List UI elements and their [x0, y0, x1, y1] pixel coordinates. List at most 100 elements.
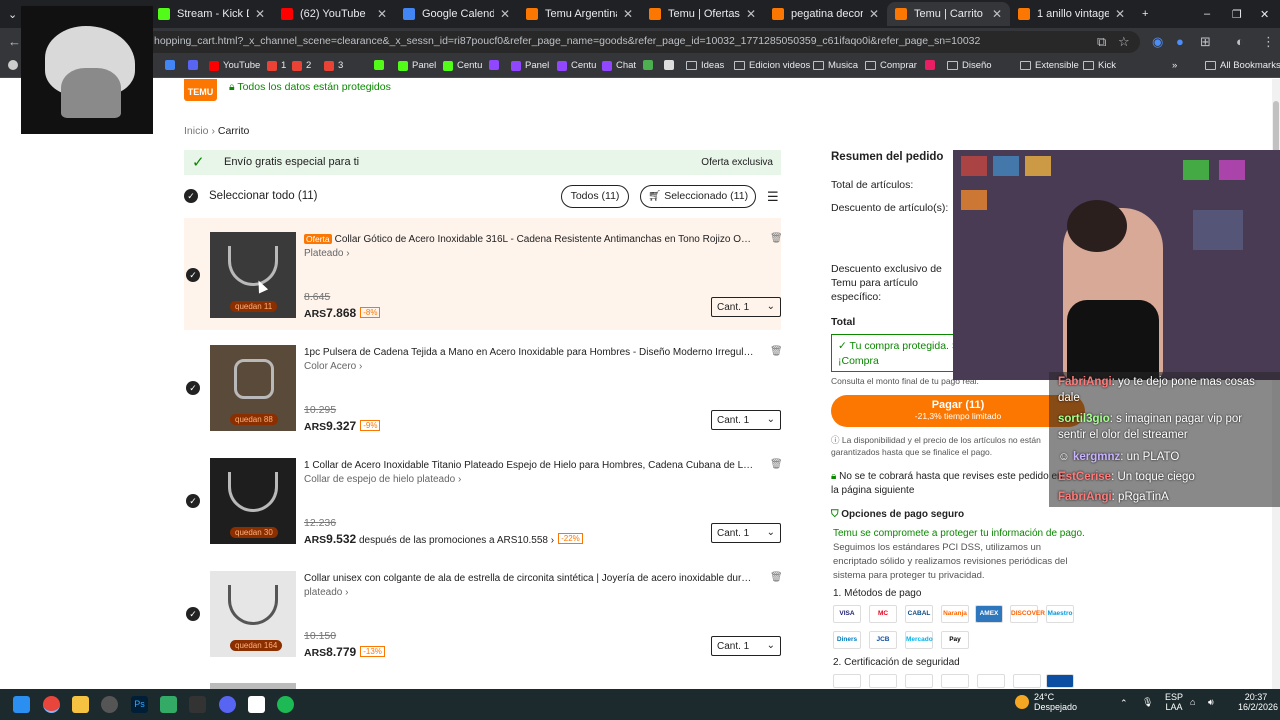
tab-temu-ofertas[interactable]: Temu | Ofertas de liq✕	[641, 2, 764, 26]
product-name[interactable]: 1 Collar de Acero Inoxidable Titanio Pla…	[304, 460, 754, 471]
trash-icon[interactable]: 🗑︎	[770, 572, 783, 583]
bookmark-panel-2[interactable]: Panel	[511, 60, 549, 71]
microphone-icon[interactable]: 🎙︎	[1142, 697, 1153, 708]
tab-pegatina[interactable]: pegatina decorativa✕	[764, 2, 887, 26]
tab-temu-carrito[interactable]: Temu | Carrito de co✕	[887, 2, 1010, 26]
pay-button[interactable]: Pagar (11) -21,3% tiempo limitado	[831, 395, 1085, 427]
product-name[interactable]: 1pc Pulsera de Cadena Tejida a Mano en A…	[304, 347, 754, 358]
bookmark-folder-comprar[interactable]: Comprar	[865, 60, 917, 71]
bookmark-folder-edicion[interactable]: Edicion videos	[734, 60, 810, 71]
bookmark-folder-kick[interactable]: Kick	[1083, 60, 1116, 71]
spotify-icon[interactable]	[277, 696, 294, 713]
bookmark-youtube[interactable]: YouTube	[209, 60, 260, 71]
item-checkbox[interactable]: ✓	[186, 381, 200, 395]
bookmark-folder-ideas[interactable]: Ideas	[686, 60, 724, 71]
product-image[interactable]: quedan 88	[210, 345, 296, 431]
bookmark-twitch[interactable]	[489, 60, 503, 70]
select-all-label[interactable]: Seleccionar todo (11)	[209, 190, 317, 202]
bookmark-icon[interactable]	[188, 60, 202, 70]
bookmark-icon[interactable]	[925, 60, 939, 70]
product-variant[interactable]: Collar de espejo de hielo plateado ›	[304, 474, 461, 485]
breadcrumb-home[interactable]: Inicio	[184, 125, 209, 137]
tab-anillo[interactable]: 1 anillo vintage topa✕	[1010, 2, 1133, 26]
filter-all-button[interactable]: Todos (11)	[561, 185, 629, 208]
apps-icon[interactable]	[8, 60, 22, 70]
temu-logo[interactable]: TEMU	[184, 79, 217, 101]
bookmark-centu[interactable]: Centu	[443, 60, 482, 71]
language-indicator[interactable]: ESP LAA	[1165, 692, 1183, 712]
discord-icon[interactable]	[219, 696, 236, 713]
all-bookmarks[interactable]: All Bookmarks	[1205, 60, 1280, 71]
capcut-icon[interactable]	[189, 696, 206, 713]
star-icon[interactable]: ☆	[1118, 34, 1130, 50]
chrome-icon[interactable]	[43, 696, 60, 713]
item-checkbox[interactable]: ✓	[186, 607, 200, 621]
bookmark-3[interactable]: 3	[324, 60, 343, 71]
network-icon[interactable]: ⌂	[1190, 697, 1195, 707]
trash-icon[interactable]: 🗑︎	[770, 346, 783, 357]
menu-icon[interactable]: ⋮	[1262, 34, 1275, 50]
extension-icon[interactable]: ●	[1176, 34, 1184, 49]
close-icon[interactable]: ✕	[255, 7, 265, 21]
photoshop-icon[interactable]: Ps	[131, 696, 148, 713]
product-variant[interactable]: Color Acero ›	[304, 361, 362, 372]
bookmark-icon[interactable]	[643, 60, 657, 70]
bookmark-chat[interactable]: Chat	[602, 60, 636, 71]
extension-icon[interactable]: ◉	[1152, 34, 1163, 50]
product-variant[interactable]: plateado ›	[304, 587, 348, 598]
weather-icon[interactable]	[1015, 695, 1029, 709]
bookmark-icon[interactable]	[664, 60, 678, 70]
promo-link[interactable]: después de las promociones a ARS10.558 ›	[356, 535, 554, 546]
trash-icon[interactable]: 🗑︎	[770, 459, 783, 470]
protect-info-link[interactable]: Temu se compromete a proteger tu informa…	[833, 528, 1085, 539]
close-icon[interactable]: ✕	[623, 7, 633, 21]
quantity-select[interactable]: Cant. 1 ⌄	[711, 523, 781, 543]
list-view-icon[interactable]: ☰	[767, 189, 779, 205]
file-explorer-icon[interactable]	[72, 696, 89, 713]
bookmark-folder-musica[interactable]: Musica	[813, 60, 858, 71]
close-window-button[interactable]: ✕	[1252, 2, 1274, 26]
chevron-up-icon[interactable]: ⌃	[1120, 698, 1128, 709]
volume-icon[interactable]: 🔊︎	[1208, 697, 1214, 708]
product-name[interactable]: Oferta Collar Gótico de Acero Inoxidable …	[304, 234, 754, 245]
minimize-button[interactable]: –	[1196, 2, 1218, 26]
close-icon[interactable]: ✕	[1115, 7, 1125, 21]
weather-widget[interactable]: 24°C Despejado	[1034, 692, 1077, 712]
close-icon[interactable]: ✕	[377, 7, 387, 21]
bookmark-2[interactable]: 2	[292, 60, 311, 71]
bookmark-centu-2[interactable]: Centu	[557, 60, 596, 71]
windows-start-icon[interactable]	[13, 696, 30, 713]
quantity-select[interactable]: Cant. 1 ⌄	[711, 297, 781, 317]
bookmark-icon[interactable]	[165, 60, 179, 70]
new-tab-button[interactable]: +	[1134, 2, 1154, 26]
tab-temu-argentina[interactable]: Temu Argentina | Exp✕	[518, 2, 641, 26]
product-name[interactable]: Collar unisex con colgante de ala de est…	[304, 573, 754, 584]
bookmarks-overflow[interactable]: »	[1172, 60, 1177, 71]
quantity-select[interactable]: Cant. 1 ⌄	[711, 636, 781, 656]
filter-selected-button[interactable]: 🛒︎ Seleccionado (11)	[640, 185, 756, 208]
product-image[interactable]: quedan 30	[210, 458, 296, 544]
product-image[interactable]: quedan 11	[210, 232, 296, 318]
back-icon[interactable]: ←	[8, 34, 21, 49]
notion-icon[interactable]	[248, 696, 265, 713]
profile-avatar[interactable]: ◐	[1236, 34, 1244, 49]
address-bar[interactable]: hopping_cart.html?_x_channel_scene=clear…	[140, 31, 1140, 53]
quantity-select[interactable]: Cant. 1 ⌄	[711, 410, 781, 430]
bookmark-folder-diseno[interactable]: Diseño	[947, 60, 992, 71]
trash-icon[interactable]: 🗑︎	[770, 233, 783, 244]
maximize-button[interactable]: ❐	[1224, 2, 1246, 26]
product-variant[interactable]: Plateado ›	[304, 248, 350, 259]
close-icon[interactable]: ✕	[746, 7, 756, 21]
bookmark-kick[interactable]	[374, 60, 388, 70]
tab-youtube[interactable]: (62) YouTube ✕	[273, 2, 395, 26]
item-checkbox[interactable]: ✓	[186, 494, 200, 508]
close-icon[interactable]: ✕	[992, 7, 1002, 21]
item-checkbox[interactable]: ✓	[186, 268, 200, 282]
bookmark-folder-extensible[interactable]: Extensible	[1020, 60, 1079, 71]
close-icon[interactable]: ✕	[500, 7, 510, 21]
app-icon[interactable]	[101, 696, 118, 713]
product-image[interactable]: quedan 164	[210, 571, 296, 657]
select-all-checkbox[interactable]: ✓	[184, 189, 198, 203]
bookmark-panel[interactable]: Panel	[398, 60, 436, 71]
extensions-puzzle-icon[interactable]: ⊞	[1200, 34, 1211, 50]
